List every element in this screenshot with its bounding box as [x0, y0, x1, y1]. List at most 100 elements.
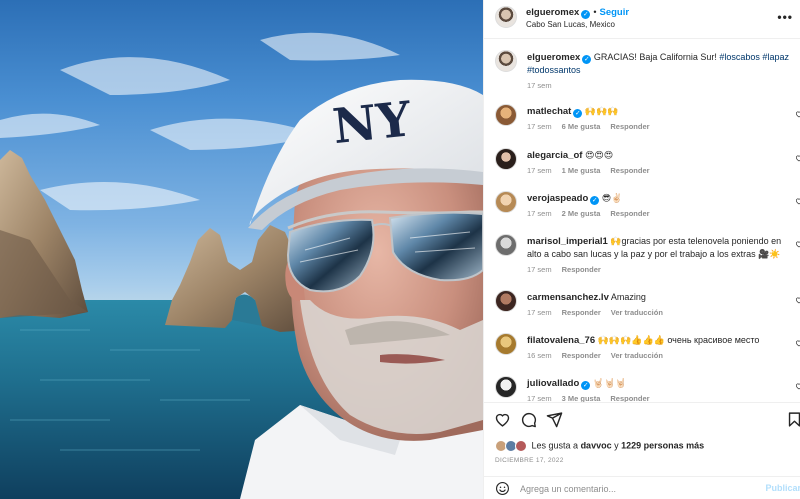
likes-prefix: Les gusta a	[531, 440, 581, 451]
caption-age[interactable]: 17 sem	[527, 81, 552, 90]
post-header: elgueromex ✓ • Seguir Cabo San Lucas, Mexic…	[484, 0, 800, 39]
commenter-avatar[interactable]	[495, 234, 517, 256]
comment-body: 🙌🙌🙌👍👍👍 очень красивое место	[597, 335, 760, 345]
author-avatar[interactable]	[495, 50, 517, 72]
comment-username[interactable]: verojaspeado	[527, 193, 588, 204]
instagram-post-view: NY elgueromex ✓ • Seguir Cabo San Lucas, Me…	[0, 0, 800, 499]
ny-logo: NY	[330, 91, 414, 155]
liker-username[interactable]: davvoc	[581, 440, 612, 450]
verified-badge-icon: ✓	[581, 10, 591, 19]
verified-badge-icon: ✓	[582, 55, 592, 64]
comment-meta: 17 sem Responder Ver traducción	[527, 308, 673, 317]
reply-button[interactable]: Responder	[562, 308, 601, 317]
comment-body: 🤘🏻🤘🏻🤘🏻	[592, 378, 627, 388]
reply-button[interactable]: Responder	[610, 122, 649, 131]
like-comment-heart-icon[interactable]	[795, 154, 800, 162]
comment-meta: 17 sem 6 Me gusta Responder	[527, 122, 660, 131]
comment-meta: 17 sem 3 Me gusta Responder	[527, 394, 660, 402]
like-comment-heart-icon[interactable]	[795, 110, 800, 118]
commenter-avatar[interactable]	[495, 333, 517, 355]
post-actions: Les gusta a davvoc y 1229 personas más D…	[484, 402, 800, 499]
author-line: elgueromex ✓ • Seguir	[526, 7, 629, 19]
reply-button[interactable]: Responder	[562, 265, 601, 274]
author-avatar[interactable]	[495, 6, 517, 28]
likers-avatars[interactable]	[495, 440, 529, 452]
comment-text: juliovallado ✓ 🤘🏻🤘🏻🤘🏻	[527, 377, 792, 390]
comments-list[interactable]: elgueromex ✓ GRACIAS! Baja California Sur…	[484, 39, 800, 402]
comment-bubble-icon[interactable]	[520, 411, 537, 428]
like-comment-heart-icon[interactable]	[795, 240, 800, 248]
verified-badge-icon: ✓	[590, 196, 600, 205]
post-photo[interactable]: NY	[0, 0, 483, 499]
publish-button[interactable]: Publicar	[765, 483, 800, 493]
comment-text: carmensanchez.lv Amazing	[527, 291, 792, 304]
caption-body: GRACIAS! Baja California Sur!	[593, 52, 720, 62]
comment-age[interactable]: 17 sem	[527, 308, 552, 317]
see-translation-button[interactable]: Ver traducción	[611, 308, 663, 317]
commenter-avatar[interactable]	[495, 148, 517, 170]
reply-button[interactable]: Responder	[610, 394, 649, 402]
comment-body: 🙌🙌🙌	[584, 106, 619, 116]
verified-badge-icon: ✓	[573, 109, 583, 118]
comment-meta: 17 sem 2 Me gusta Responder	[527, 209, 660, 218]
comment-username[interactable]: filatovalena_76	[527, 335, 595, 346]
comment-body: Amazing	[610, 292, 646, 302]
caption-meta: 17 sem	[527, 81, 562, 90]
comment-meta: 16 sem Responder Ver traducción	[527, 351, 673, 360]
comment-username[interactable]: marisol_imperial1	[527, 236, 608, 247]
comment-username[interactable]: juliovallado	[527, 378, 579, 389]
comment-age[interactable]: 17 sem	[527, 265, 552, 274]
comment-text: marisol_imperial1 🙌gracias por esta tele…	[527, 235, 792, 261]
comment-likes[interactable]: 6 Me gusta	[562, 122, 601, 131]
author-username[interactable]: elgueromex	[526, 7, 579, 18]
comment-age[interactable]: 17 sem	[527, 209, 552, 218]
comment-username[interactable]: carmensanchez.lv	[527, 292, 609, 303]
comment-username[interactable]: matlechat	[527, 106, 571, 117]
commenter-avatar[interactable]	[495, 191, 517, 213]
post-location[interactable]: Cabo San Lucas, Mexico	[526, 20, 615, 29]
like-comment-heart-icon[interactable]	[795, 339, 800, 347]
comment-body: 😍😍😍	[584, 150, 614, 160]
comment-age[interactable]: 17 sem	[527, 166, 552, 175]
like-comment-heart-icon[interactable]	[795, 197, 800, 205]
verified-badge-icon: ✓	[581, 381, 591, 390]
reply-button[interactable]: Responder	[562, 351, 601, 360]
more-options-icon[interactable]: •••	[777, 10, 793, 24]
comment-age[interactable]: 17 sem	[527, 394, 552, 402]
like-comment-heart-icon[interactable]	[795, 296, 800, 304]
comment-text: verojaspeado ✓ 😎✌🏻	[527, 192, 792, 205]
post-sidebar: elgueromex ✓ • Seguir Cabo San Lucas, Mexic…	[483, 0, 800, 499]
comment-input[interactable]	[520, 481, 740, 497]
emoji-icon[interactable]	[495, 481, 510, 496]
comment-username[interactable]: alegarcia_of	[527, 150, 582, 161]
comment-text: matlechat ✓ 🙌🙌🙌	[527, 105, 792, 118]
commenter-avatar[interactable]	[495, 290, 517, 312]
reply-button[interactable]: Responder	[610, 166, 649, 175]
comment-text: filatovalena_76 🙌🙌🙌👍👍👍 очень красивое ме…	[527, 334, 792, 347]
comment-body: 😎✌🏻	[601, 193, 623, 203]
comment-likes[interactable]: 1 Me gusta	[562, 166, 601, 175]
comment-meta: 17 sem Responder	[527, 265, 611, 274]
separator-dot: •	[593, 7, 597, 17]
likes-count[interactable]: 1229 personas más	[621, 440, 704, 450]
caption-username[interactable]: elgueromex	[527, 52, 580, 63]
comment-age[interactable]: 16 sem	[527, 351, 552, 360]
caption-text: elgueromex ✓ GRACIAS! Baja California Sur…	[527, 51, 792, 77]
like-heart-icon[interactable]	[494, 411, 511, 428]
comment-likes[interactable]: 2 Me gusta	[562, 209, 601, 218]
comment-age[interactable]: 17 sem	[527, 122, 552, 131]
see-translation-button[interactable]: Ver traducción	[611, 351, 663, 360]
reply-button[interactable]: Responder	[610, 209, 649, 218]
comment-likes[interactable]: 3 Me gusta	[562, 394, 601, 402]
commenter-avatar[interactable]	[495, 376, 517, 398]
follow-button[interactable]: Seguir	[599, 7, 629, 18]
likes-middle: y	[611, 440, 622, 451]
like-comment-heart-icon[interactable]	[795, 382, 800, 390]
add-comment-bar: Publicar	[484, 476, 800, 499]
share-send-icon[interactable]	[546, 411, 563, 428]
commenter-avatar[interactable]	[495, 104, 517, 126]
post-date[interactable]: DICIEMBRE 17, 2022	[495, 457, 564, 464]
save-bookmark-icon[interactable]	[786, 411, 800, 428]
comment-meta: 17 sem 1 Me gusta Responder	[527, 166, 660, 175]
comment-text: alegarcia_of 😍😍😍	[527, 149, 792, 162]
